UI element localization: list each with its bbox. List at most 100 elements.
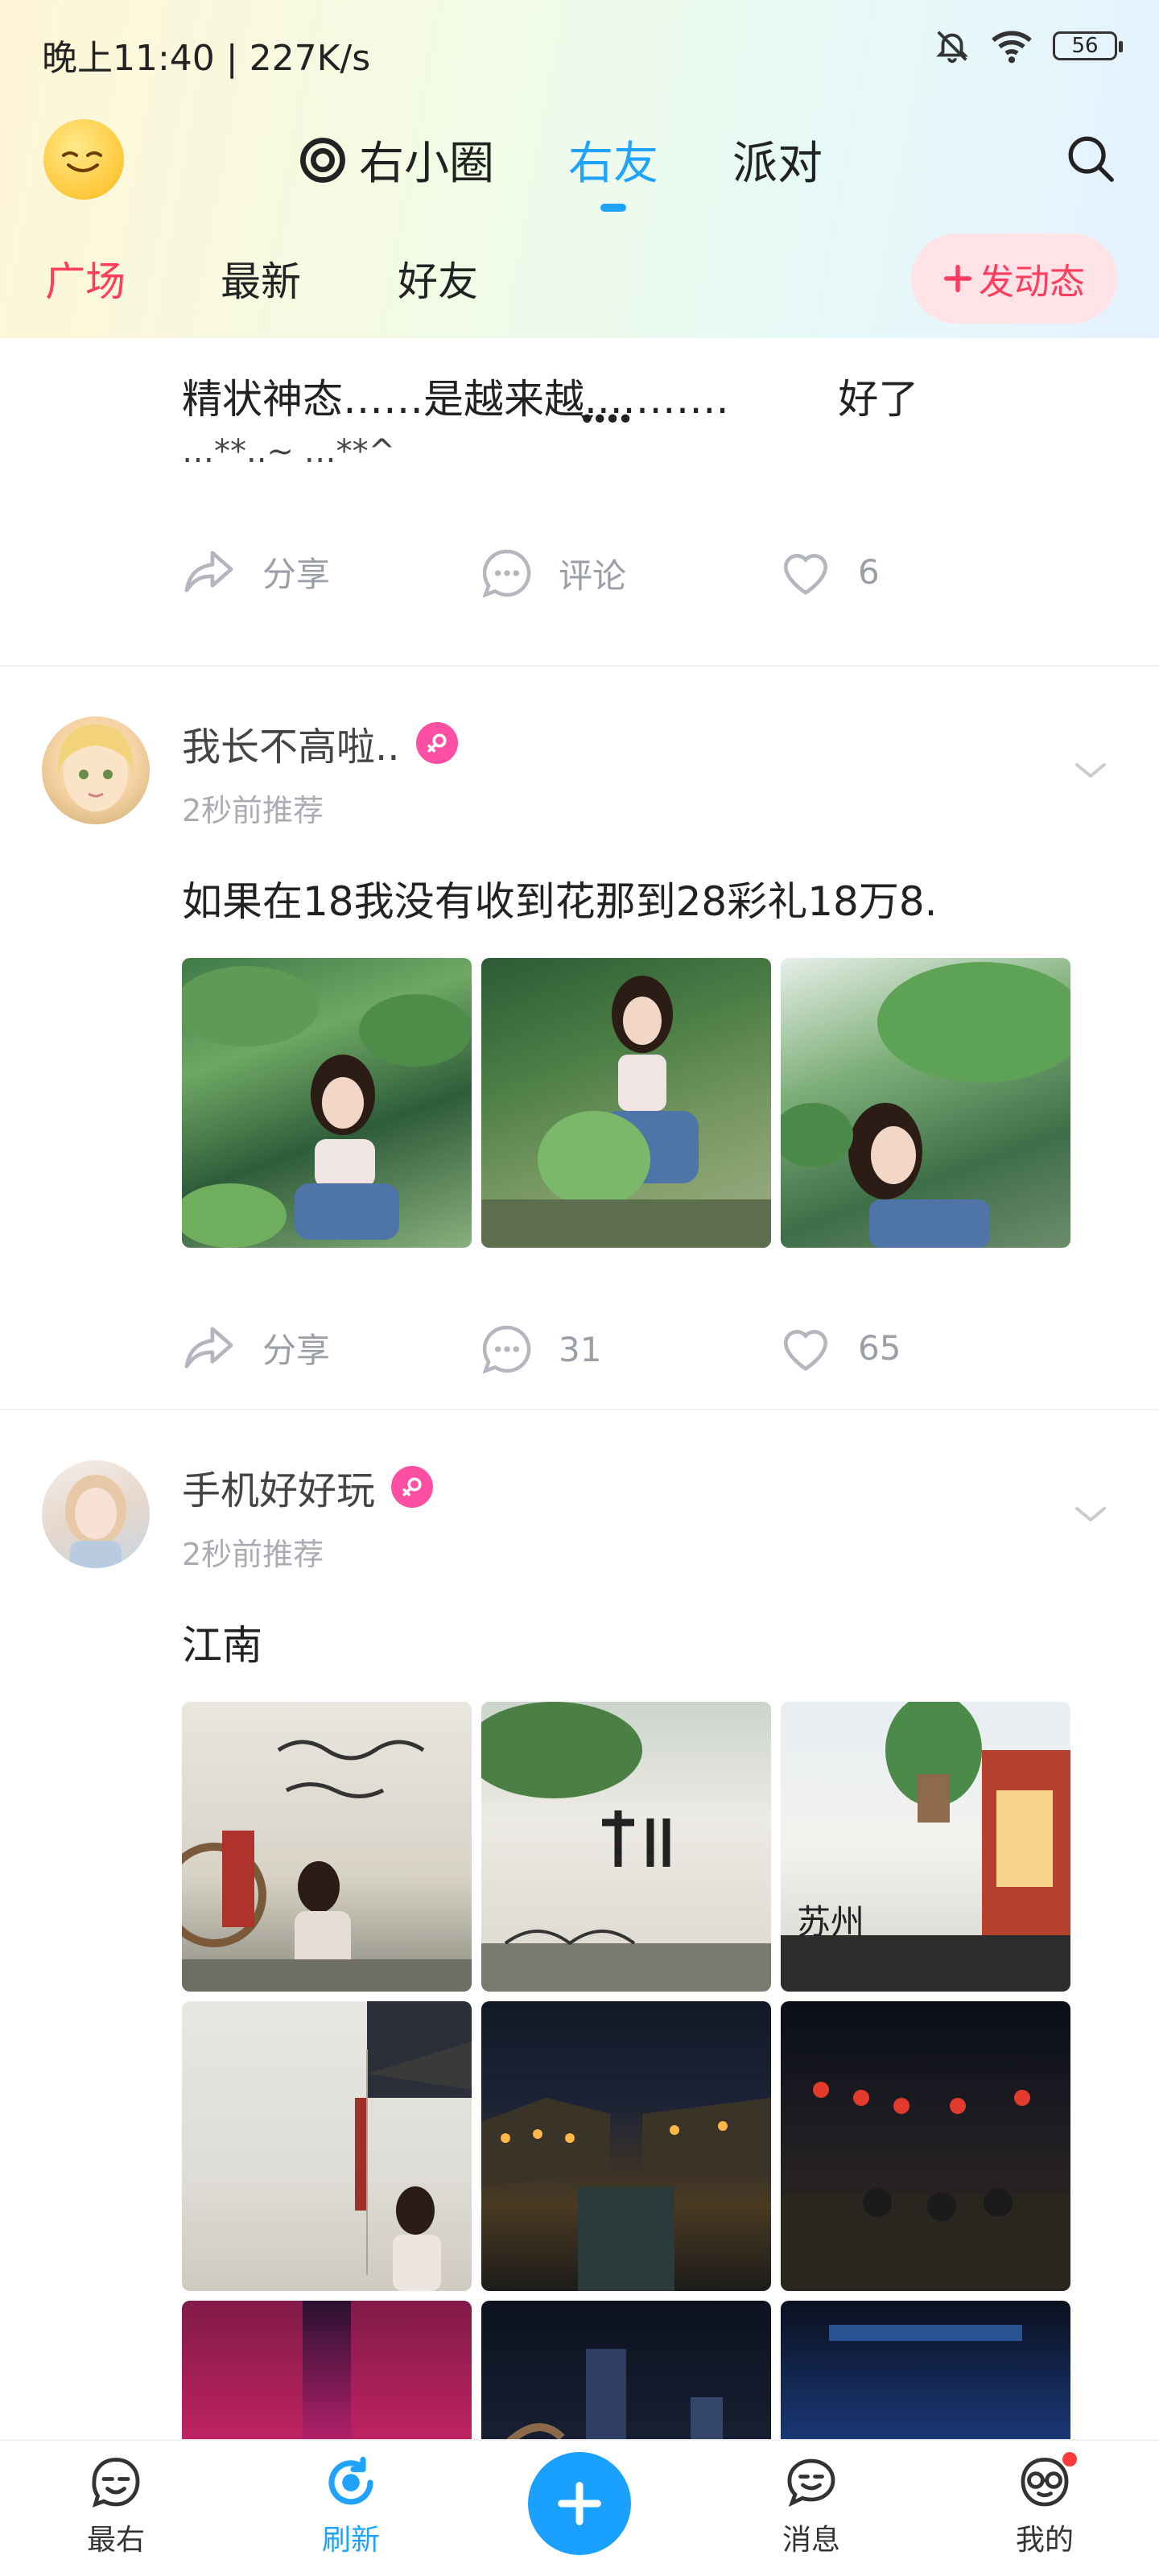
circle-at-icon <box>300 137 345 183</box>
sub-nav: 广场 最新 好友 发动态 <box>0 233 1159 324</box>
like-count: 65 <box>858 1327 901 1368</box>
post-time: 2秒前推荐 <box>182 1537 324 1572</box>
bottom-nav-label: 我的 <box>1015 2524 1074 2557</box>
share-button[interactable]: 分享 <box>182 1322 330 1373</box>
photo-content <box>781 962 1070 1248</box>
bottom-nav-label: 消息 <box>782 2524 840 2557</box>
comment-icon <box>482 1325 531 1374</box>
wifi-icon <box>992 31 1032 64</box>
user-name-row: 我长不高啦.. <box>182 715 458 771</box>
app-page: 晚上11:40 | 227K/s 56 右小圈 右友 派对 广场 最新 好友 发… <box>0 0 1159 2576</box>
subtab-latest[interactable]: 最新 <box>221 250 301 308</box>
post-divider <box>0 1409 1159 1410</box>
post-status-label: 发动态 <box>979 262 1085 303</box>
heart-icon <box>783 554 828 595</box>
comment-button[interactable]: 评论 <box>480 546 626 601</box>
like-button[interactable]: 6 <box>777 546 880 597</box>
post-photo[interactable] <box>481 958 771 1248</box>
post-time: 2秒前推荐 <box>182 793 324 828</box>
post-text-main: 精状神态……是越来越.̣̥̬̣̣̩.̣̥.̣̥.̣̥……. <box>182 376 729 423</box>
battery-level: 56 <box>1071 34 1099 58</box>
share-button[interactable]: 分享 <box>182 546 330 597</box>
top-nav: 右小圈 右友 派对 <box>0 113 1159 201</box>
share-label: 分享 <box>262 1330 331 1370</box>
post-text-end: 好了 <box>838 376 919 423</box>
post-photo[interactable] <box>781 958 1070 1248</box>
notification-dot <box>1062 2452 1077 2467</box>
plus-icon <box>943 264 972 293</box>
tab-circle-label: 右小圈 <box>359 138 494 190</box>
female-icon <box>402 1477 422 1496</box>
tab-party-label: 派对 <box>732 138 823 190</box>
tab-friends[interactable]: 右友 <box>568 127 658 192</box>
like-button[interactable]: 65 <box>777 1322 901 1373</box>
comment-button[interactable]: 31 <box>480 1322 601 1377</box>
post-photo[interactable] <box>481 2001 771 2291</box>
status-bar: 晚上11:40 | 227K/s 56 <box>0 0 1159 105</box>
photo-caption: 苏州 <box>797 1902 865 1942</box>
user-avatar[interactable] <box>42 1460 150 1568</box>
bottom-nav-refresh[interactable]: 刷新 <box>287 2454 415 2558</box>
post-text-line: 精状神态……是越来越.̣̥̬̣̣̩.̣̥.̣̥.̣̥……. 好了 <box>182 367 1083 425</box>
photo-content <box>182 966 472 1248</box>
plus-icon <box>558 2482 601 2525</box>
publish-plus-button[interactable] <box>528 2452 631 2555</box>
post-status-button[interactable]: 发动态 <box>911 233 1117 324</box>
tab-friends-label: 右友 <box>568 138 658 190</box>
female-badge <box>415 722 458 764</box>
bottom-nav-label: 刷新 <box>321 2524 380 2557</box>
photo-content <box>781 2082 1070 2291</box>
heart-icon <box>783 1330 828 1371</box>
comment-count: 31 <box>559 1329 602 1369</box>
post-text: 江南 <box>182 1622 262 1669</box>
bottom-nav-messages[interactable]: 消息 <box>747 2454 876 2558</box>
like-count: 6 <box>858 551 880 592</box>
post-text: 如果在18我没有收到花那到28彩礼18万8. <box>182 878 938 925</box>
bottom-nav-label: 最右 <box>86 2524 145 2557</box>
post-text-line-2: …**..~ …**^ <box>182 433 396 470</box>
subtab-plaza[interactable]: 广场 <box>45 250 126 308</box>
post-photo[interactable] <box>481 1702 771 1992</box>
tab-party[interactable]: 派对 <box>732 127 823 192</box>
user-avatar[interactable] <box>42 716 150 824</box>
photo-content <box>481 976 771 1248</box>
post-photo[interactable] <box>182 958 472 1248</box>
chevron-down-icon[interactable] <box>1070 758 1111 782</box>
zuiyou-face-icon <box>92 2458 140 2508</box>
comment-label: 评论 <box>559 555 627 596</box>
share-icon <box>184 1327 233 1368</box>
comment-icon <box>482 549 531 598</box>
tab-circle[interactable]: 右小圈 <box>298 127 494 192</box>
search-icon[interactable] <box>1062 130 1119 187</box>
status-icons: 56 <box>934 27 1123 64</box>
my-avatar[interactable] <box>43 119 124 200</box>
user-name-row: 手机好好玩 <box>182 1459 434 1515</box>
female-icon <box>427 733 447 753</box>
user-name[interactable]: 手机好好玩 <box>182 1459 375 1515</box>
share-label: 分享 <box>262 554 331 594</box>
user-name[interactable]: 我长不高啦.. <box>182 715 400 771</box>
battery-indicator: 56 <box>1053 31 1123 60</box>
share-icon <box>184 551 233 592</box>
post-photo[interactable] <box>781 2001 1070 2291</box>
photo-content <box>481 2098 771 2291</box>
chevron-down-icon[interactable] <box>1070 1502 1111 1526</box>
photo-content <box>781 1702 1070 1992</box>
bell-muted-icon <box>936 31 968 64</box>
avatar-image <box>65 1475 126 1568</box>
post-actions: 分享 评论 6 <box>182 546 1067 610</box>
avatar-image <box>58 724 134 811</box>
photo-content <box>182 1740 472 1992</box>
bottom-nav-me[interactable]: 我的 <box>980 2454 1109 2558</box>
post-photo[interactable] <box>182 2001 472 2291</box>
main-tabs: 右小圈 右友 派对 <box>298 127 823 192</box>
post-divider <box>0 665 1159 667</box>
smiley-face-icon <box>62 151 102 172</box>
message-bubble-icon <box>787 2458 835 2508</box>
post-photo[interactable]: 苏州 <box>781 1702 1070 1992</box>
post-photo[interactable] <box>182 1702 472 1992</box>
post-actions: 分享 31 65 <box>182 1322 1067 1386</box>
subtab-friends[interactable]: 好友 <box>398 250 478 308</box>
bottom-nav-zuiyou[interactable]: 最右 <box>52 2454 180 2558</box>
photo-content <box>481 1702 771 1992</box>
